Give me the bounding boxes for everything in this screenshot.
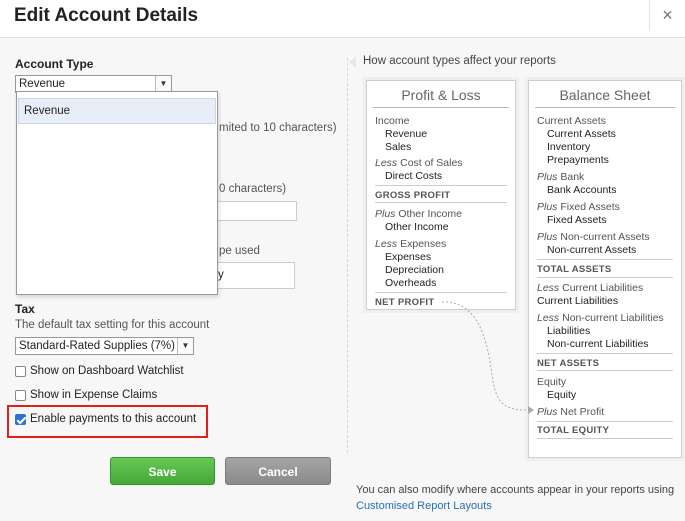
total-separator <box>375 202 507 203</box>
bs-item: Inventory <box>547 141 591 153</box>
bs-item: Current Assets <box>547 128 616 140</box>
bs-total-assets: TOTAL ASSETS <box>537 264 612 275</box>
title-separator <box>373 107 509 108</box>
profit-loss-report: Profit & Loss Income Revenue Sales Less … <box>366 80 516 310</box>
bs-item: Equity <box>547 389 577 401</box>
pl-net-profit: NET PROFIT <box>375 297 435 308</box>
account-type-label: Account Type <box>15 57 94 71</box>
name-input[interactable] <box>205 201 297 221</box>
bs-item: Non-current Liabilities <box>547 338 649 350</box>
highlight-box <box>7 405 208 438</box>
code-hint-partial: mited to 10 characters) <box>219 122 337 134</box>
tax-select[interactable]: Standard-Rated Supplies (7%) ▼ <box>15 337 194 355</box>
total-separator <box>375 185 507 186</box>
tax-value: Standard-Rated Supplies (7%) <box>19 340 175 352</box>
bs-bank: Plus Bank <box>537 171 585 183</box>
custom-report-layouts-link[interactable]: Customised Report Layouts <box>356 500 492 512</box>
chevron-down-icon: ▼ <box>155 76 171 92</box>
checkbox-icon[interactable] <box>15 389 26 401</box>
bs-item: Liabilities <box>547 325 591 337</box>
account-type-dropdown: Revenue <box>16 91 218 295</box>
pl-item: Depreciation <box>385 264 444 276</box>
info-footnote: You can also modify where accounts appea… <box>356 482 676 514</box>
pl-expenses: Less Expenses <box>375 238 447 250</box>
pl-gross-profit: GROSS PROFIT <box>375 190 451 201</box>
dropdown-option-revenue[interactable]: Revenue <box>18 98 216 124</box>
bs-item: Prepayments <box>547 154 609 166</box>
pl-item: Direct Costs <box>385 170 443 182</box>
close-icon[interactable]: × <box>649 0 685 31</box>
info-heading-text: How account types affect your reports <box>363 55 556 67</box>
bs-fixed-assets: Plus Fixed Assets <box>537 201 620 213</box>
balance-sheet-report: Balance Sheet Current Assets Current Ass… <box>528 80 682 458</box>
pl-item: Revenue <box>385 128 428 140</box>
expense-claims-checkbox[interactable]: Show in Expense Claims <box>15 389 157 401</box>
watchlist-label: Show on Dashboard Watchlist <box>30 365 184 377</box>
bs-item: Bank Accounts <box>547 184 617 196</box>
bs-net-profit: Plus Net Profit <box>537 406 605 418</box>
bs-non-current-assets: Plus Non-current Assets <box>537 231 650 243</box>
total-separator <box>375 292 507 293</box>
total-separator <box>537 259 673 260</box>
dialog-title: Edit Account Details <box>14 5 199 26</box>
callout-arrow-icon <box>349 56 356 68</box>
pl-item: Expenses <box>385 251 432 263</box>
total-separator <box>537 438 673 439</box>
info-heading: How account types affect your reports <box>349 55 556 68</box>
title-separator <box>535 107 675 108</box>
total-separator <box>537 277 673 278</box>
expense-claims-label: Show in Expense Claims <box>30 389 158 401</box>
tax-help: The default tax setting for this account <box>15 319 210 331</box>
save-button[interactable]: Save <box>110 457 215 485</box>
bs-non-current-liabilities: Less Non-current Liabilities <box>537 312 664 324</box>
checkbox-icon[interactable] <box>15 365 26 377</box>
bs-item: Fixed Assets <box>547 214 607 226</box>
bs-total-equity: TOTAL EQUITY <box>537 425 610 436</box>
chevron-down-icon: ▼ <box>177 338 193 354</box>
panel-divider <box>347 58 348 453</box>
pl-item: Sales <box>385 141 412 153</box>
balance-sheet-title: Balance Sheet <box>559 87 651 103</box>
cancel-button[interactable]: Cancel <box>225 457 331 485</box>
bs-current-assets: Current Assets <box>537 115 606 127</box>
bs-net-assets: NET ASSETS <box>537 358 600 369</box>
description-input[interactable]: y <box>205 262 295 289</box>
pl-other-income: Plus Other Income <box>375 208 462 220</box>
account-type-value: Revenue <box>19 78 66 90</box>
bs-current-liabilities: Less Current Liabilities <box>537 282 644 294</box>
watchlist-checkbox[interactable]: Show on Dashboard Watchlist <box>15 365 184 377</box>
description-hint-partial: pe used <box>219 245 260 257</box>
total-separator <box>537 353 673 354</box>
pl-income: Income <box>375 115 410 127</box>
bs-item: Non-current Assets <box>547 244 637 256</box>
tax-label: Tax <box>15 302 35 316</box>
pl-cost-of-sales: Less Cost of Sales <box>375 157 463 169</box>
bs-equity: Equity <box>537 376 567 388</box>
pl-item: Overheads <box>385 277 437 289</box>
dialog-header: Edit Account Details × <box>0 0 685 38</box>
bs-item: Current Liabilities <box>537 295 619 307</box>
pl-item: Other Income <box>385 221 449 233</box>
total-separator <box>537 421 673 422</box>
name-hint-partial: 0 characters) <box>219 183 287 195</box>
profit-loss-title: Profit & Loss <box>401 87 481 103</box>
footnote-text: You can also modify where accounts appea… <box>356 484 675 496</box>
total-separator <box>537 370 673 371</box>
